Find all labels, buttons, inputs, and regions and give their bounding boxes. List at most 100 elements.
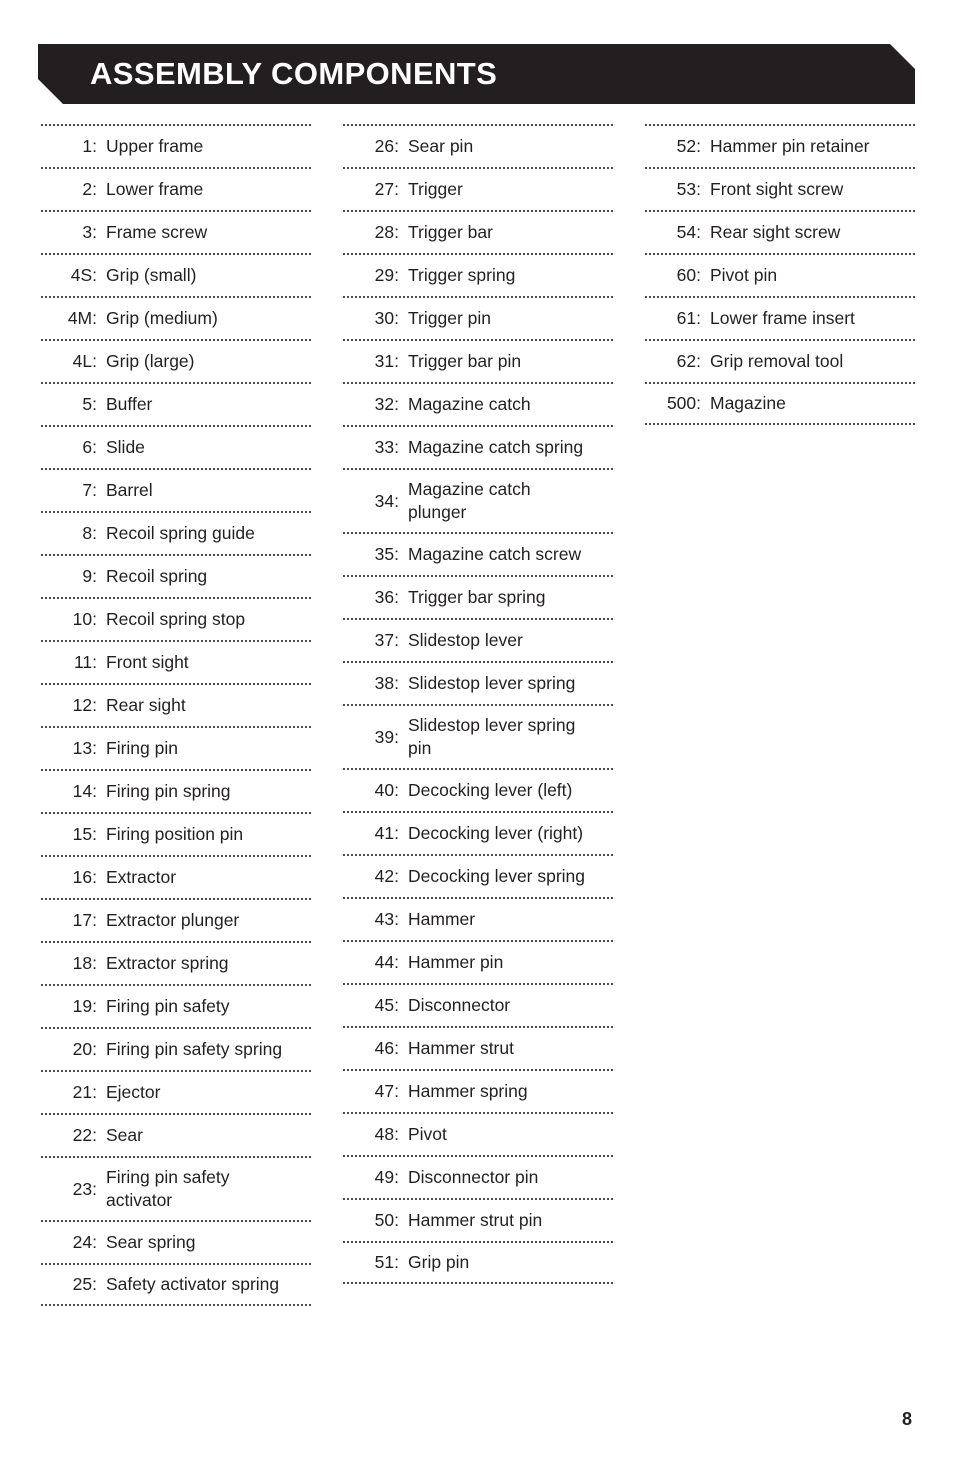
- part-row: 53: Front sight screw: [645, 167, 915, 210]
- part-number: 32:: [374, 394, 399, 414]
- part-label: Trigger spring: [408, 265, 516, 285]
- part-row: 52: Hammer pin retainer: [645, 124, 915, 167]
- part-number: 15:: [72, 824, 97, 844]
- part-label: Trigger bar: [408, 222, 493, 242]
- part-row: 13: Firing pin: [41, 726, 311, 769]
- part-number: 53:: [676, 179, 701, 199]
- part-label: Trigger pin: [408, 308, 491, 328]
- part-label: Slidestop lever spring: [408, 673, 576, 693]
- part-row: 50: Hammer strut pin: [343, 1198, 613, 1241]
- part-row: 14: Firing pin spring: [41, 769, 311, 812]
- part-label: Pivot: [408, 1124, 447, 1144]
- part-label: Pivot pin: [710, 265, 778, 285]
- part-number: 26:: [374, 136, 399, 156]
- part-number: 28:: [374, 222, 399, 242]
- part-label: Slide: [106, 437, 145, 457]
- part-row: 30: Trigger pin: [343, 296, 613, 339]
- part-label: Magazine catch plunger: [408, 479, 531, 522]
- part-row: 51: Grip pin: [343, 1241, 613, 1284]
- part-label: Firing pin safety spring: [106, 1039, 283, 1059]
- part-label: Extractor spring: [106, 953, 229, 973]
- part-number: 36:: [374, 587, 399, 607]
- part-row: 24: Sear spring: [41, 1220, 311, 1263]
- part-number: 54:: [676, 222, 701, 242]
- part-row: 8: Recoil spring guide: [41, 511, 311, 554]
- part-label: Decocking lever (right): [408, 823, 584, 843]
- part-row: 42: Decocking lever spring: [343, 854, 613, 897]
- part-row: 44: Hammer pin: [343, 940, 613, 983]
- part-row: 41: Decocking lever (right): [343, 811, 613, 854]
- part-label: Frame screw: [106, 222, 208, 242]
- part-number: 37:: [374, 630, 399, 650]
- part-label: Firing pin: [106, 738, 178, 758]
- part-number: 10:: [72, 609, 97, 629]
- part-row: 19: Firing pin safety: [41, 984, 311, 1027]
- part-label: Sear spring: [106, 1232, 196, 1252]
- part-number: 6:: [82, 437, 97, 457]
- part-number: 39:: [374, 726, 399, 747]
- part-row: 21: Ejector: [41, 1070, 311, 1113]
- part-number: 7:: [82, 480, 97, 500]
- part-label: Trigger bar spring: [408, 587, 546, 607]
- part-row: 54: Rear sight screw: [645, 210, 915, 253]
- part-row: 12: Rear sight: [41, 683, 311, 726]
- page-number: 8: [901, 1409, 912, 1429]
- part-row: 34: Magazine catch plunger: [343, 468, 613, 532]
- part-number: 50:: [374, 1210, 399, 1230]
- part-label: Recoil spring: [106, 566, 208, 586]
- part-number: 40:: [374, 780, 399, 800]
- part-number: 34:: [374, 490, 399, 511]
- parts-column-1: 1: Upper frame 2: Lower frame 3: Frame screw 4…: [41, 124, 311, 1306]
- part-row: 31: Trigger bar pin: [343, 339, 613, 382]
- part-number: 1:: [82, 136, 97, 156]
- part-row: 2: Lower frame: [41, 167, 311, 210]
- part-label: Rear sight: [106, 695, 186, 715]
- parts-column-3: 52: Hammer pin retainer 53: Front sight scr…: [645, 124, 915, 1306]
- part-number: 12:: [72, 695, 97, 715]
- part-number: 25:: [72, 1274, 97, 1294]
- part-number: 38:: [374, 673, 399, 693]
- part-label: Firing pin spring: [106, 781, 231, 801]
- part-row: 47: Hammer spring: [343, 1069, 613, 1112]
- parts-column-2: 26: Sear pin 27: Trigger 28: Trigger bar 29: Tr…: [343, 124, 613, 1306]
- part-number: 46:: [374, 1038, 399, 1058]
- part-label: Front sight screw: [710, 179, 844, 199]
- part-row: 500: Magazine: [645, 382, 915, 425]
- part-label: Magazine catch spring: [408, 437, 584, 457]
- part-label: Hammer strut: [408, 1038, 514, 1058]
- part-label: Firing pin safety: [106, 996, 230, 1016]
- part-row: 16: Extractor: [41, 855, 311, 898]
- part-label: Slidestop lever spring pin: [408, 715, 576, 758]
- part-number: 27:: [374, 179, 399, 199]
- part-number: 62:: [676, 351, 701, 371]
- part-row: 29: Trigger spring: [343, 253, 613, 296]
- part-row: 4M: Grip (medium): [41, 296, 311, 339]
- parts-list: 1: Upper frame 2: Lower frame 3: Frame screw 4…: [41, 124, 916, 1306]
- part-label: Hammer pin retainer: [710, 136, 870, 156]
- part-number: 13:: [72, 738, 97, 758]
- part-label: Grip pin: [408, 1252, 470, 1272]
- part-label: Hammer pin: [408, 952, 504, 972]
- part-label: Disconnector: [408, 995, 511, 1015]
- part-label: Rear sight screw: [710, 222, 841, 242]
- part-number: 9:: [82, 566, 97, 586]
- part-label: Trigger bar pin: [408, 351, 522, 371]
- part-number: 8:: [82, 523, 97, 543]
- part-label: Magazine catch: [408, 394, 531, 414]
- part-number: 35:: [374, 544, 399, 564]
- part-number: 24:: [72, 1232, 97, 1252]
- part-row: 46: Hammer strut: [343, 1026, 613, 1069]
- part-label: Firing pin safety activator: [106, 1167, 230, 1210]
- part-number: 2:: [82, 179, 97, 199]
- part-number: 21:: [72, 1082, 97, 1102]
- part-row: 60: Pivot pin: [645, 253, 915, 296]
- page-title: ASSEMBLY COMPONENTS: [90, 56, 498, 91]
- part-label: Hammer strut pin: [408, 1210, 543, 1230]
- part-row: 4S: Grip (small): [41, 253, 311, 296]
- part-number: 19:: [72, 996, 97, 1016]
- part-number: 500:: [666, 393, 701, 413]
- part-row: 38: Slidestop lever spring: [343, 661, 613, 704]
- part-row: 28: Trigger bar: [343, 210, 613, 253]
- part-label: Decocking lever spring: [408, 866, 586, 886]
- part-number: 4L:: [72, 351, 97, 371]
